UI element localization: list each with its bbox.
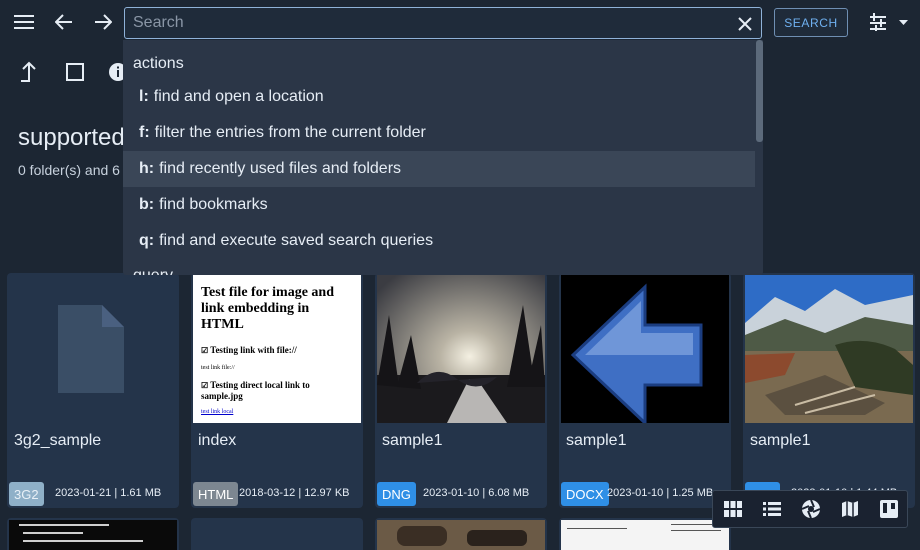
file-name: 3g2_sample xyxy=(14,432,102,449)
file-thumbnail xyxy=(9,520,177,550)
html-preview-thumbnail: Test file for image and link embedding i… xyxy=(193,275,361,423)
blue-arrow-icon xyxy=(570,283,703,423)
file-name: sample1 xyxy=(566,432,627,449)
file-card[interactable] xyxy=(191,518,363,550)
forward-arrow-icon[interactable] xyxy=(89,8,117,36)
file-meta: 2023-01-21 | 1.61 MB xyxy=(55,487,162,499)
map-view-icon[interactable] xyxy=(830,491,869,527)
preview-line: ☑ Testing direct local link to sample.jp… xyxy=(201,380,310,401)
file-thumbnail xyxy=(377,520,545,550)
file-extension-badge: DOCX xyxy=(561,482,609,506)
search-suggestions-dropdown: actions l: find and open a location f: fil… xyxy=(123,40,763,275)
folder-title: supported xyxy=(18,124,125,151)
dng-image-thumbnail xyxy=(377,275,545,423)
dropdown-item-saved-queries[interactable]: q: find and execute saved search queries xyxy=(123,223,755,259)
file-card[interactable] xyxy=(559,518,731,550)
file-name: sample1 xyxy=(382,432,443,449)
back-arrow-icon[interactable] xyxy=(50,8,78,36)
dropdown-item-filter[interactable]: f: filter the entries from the current fo… xyxy=(123,115,755,151)
file-extension-badge: HTML xyxy=(193,482,239,506)
dropdown-item-history[interactable]: h: find recently used files and folders xyxy=(123,151,755,187)
file-name: index xyxy=(198,432,237,449)
preview-link: test link local xyxy=(201,409,234,415)
file-card[interactable]: 3g2_sample 3G2 2023-01-21 | 1.61 MB xyxy=(7,273,179,508)
search-button[interactable]: SEARCH xyxy=(774,8,848,37)
settings-sliders-icon[interactable] xyxy=(866,8,912,36)
menu-icon[interactable] xyxy=(10,8,38,36)
parent-folder-icon[interactable] xyxy=(14,58,42,86)
preview-small-link: test link file:// xyxy=(201,365,235,371)
dropdown-scrollbar[interactable] xyxy=(756,40,763,142)
search-input[interactable] xyxy=(133,12,723,34)
file-icon xyxy=(58,305,124,393)
file-card[interactable]: Test file for image and link embedding i… xyxy=(191,273,363,508)
dropdown-item-location[interactable]: l: find and open a location xyxy=(123,79,755,115)
search-box[interactable] xyxy=(124,7,762,39)
select-all-icon[interactable] xyxy=(61,58,89,86)
docx-preview-thumbnail xyxy=(561,275,729,423)
file-card[interactable]: sample1 DOCX 2023-01-10 | 1.25 MB xyxy=(559,273,731,508)
file-thumbnail xyxy=(561,520,729,550)
file-meta: 2018-03-12 | 12.97 KB xyxy=(239,487,350,499)
file-meta: 2023-01-10 | 1.25 MB xyxy=(607,487,714,499)
file-name: sample1 xyxy=(750,432,811,449)
preview-heading: Test file for image and link embedding i… xyxy=(201,285,334,332)
file-extension-badge: 3G2 xyxy=(9,482,44,506)
file-card[interactable] xyxy=(7,518,179,550)
jpg-image-thumbnail xyxy=(745,275,913,423)
file-meta: 2023-01-10 | 6.08 MB xyxy=(423,487,530,499)
file-card[interactable]: sample1 JPG 2023-01-10 | 1.44 MB xyxy=(743,273,915,508)
dropdown-item-bookmarks[interactable]: b: find bookmarks xyxy=(123,187,755,223)
file-thumbnail xyxy=(7,275,175,423)
kanban-view-icon[interactable] xyxy=(869,491,908,527)
dropdown-section-heading: actions xyxy=(133,55,184,72)
grid-view-icon[interactable] xyxy=(713,491,752,527)
dropdown-section-heading: query xyxy=(133,267,173,275)
file-extension-badge: DNG xyxy=(377,482,416,506)
list-view-icon[interactable] xyxy=(752,491,791,527)
perspective-switcher xyxy=(712,490,908,528)
preview-line: ☑ Testing link with file:// xyxy=(201,345,297,355)
close-icon[interactable] xyxy=(733,12,757,36)
file-card[interactable]: sample1 DNG 2023-01-10 | 6.08 MB xyxy=(375,273,547,508)
file-card[interactable] xyxy=(375,518,547,550)
folder-summary: 0 folder(s) and 6 xyxy=(18,162,120,178)
gallery-view-icon[interactable] xyxy=(791,491,830,527)
